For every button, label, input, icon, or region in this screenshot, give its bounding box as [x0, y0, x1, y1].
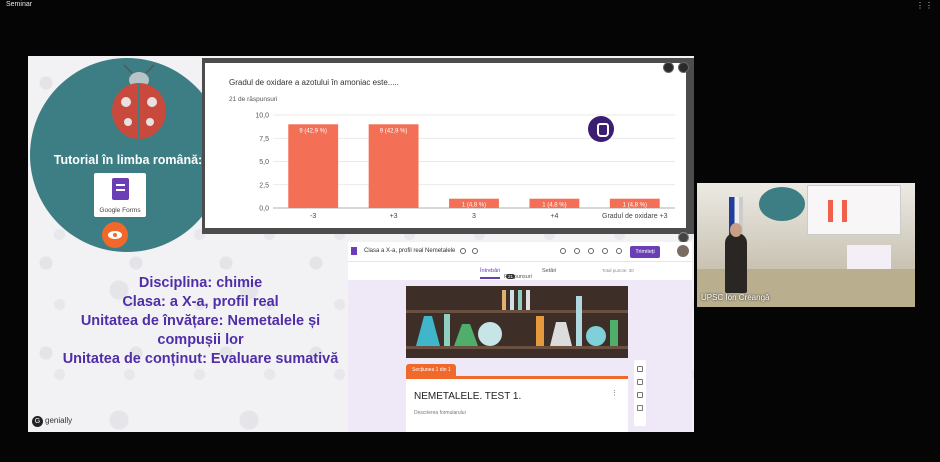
x-tick-label: +3 [390, 213, 398, 220]
genially-label: genially [45, 416, 73, 425]
forms-icon [351, 247, 357, 255]
google-forms-icon [111, 178, 129, 200]
class-line: Clasa: a X-a, profil real [122, 294, 279, 310]
discipline-line: Disciplina: chimie [138, 275, 263, 291]
palette-icon[interactable] [560, 248, 566, 254]
pin-icon[interactable] [663, 62, 674, 73]
raise-hand-icon[interactable] [588, 116, 614, 142]
add-title-icon[interactable] [637, 392, 643, 398]
x-tick-label: +4 [550, 213, 558, 220]
chart-panel: Gradul de oxidare a azotului în amoniac … [205, 63, 686, 228]
avatar[interactable] [677, 245, 689, 257]
data-label: 1 (4,8 %) [623, 203, 647, 209]
y-tick-label: 0,0 [259, 206, 269, 213]
y-tick-label: 2,5 [259, 182, 269, 189]
y-tick-label: 5,0 [259, 159, 269, 166]
form-toolbar: Clasa a X-a, profil real Nemetalele Trim… [348, 242, 692, 262]
shared-screen: Tutorial în limba română: Google Forms D… [28, 56, 694, 432]
more-options-icon[interactable]: ⋮⋮ [916, 1, 934, 10]
undo-icon[interactable] [602, 248, 608, 254]
star-icon[interactable] [472, 248, 478, 254]
test-title[interactable]: NEMETALELE. TEST 1. [414, 391, 521, 402]
title-bar: Seminar ⋮⋮ [0, 0, 940, 12]
form-title: Clasa a X-a, profil real Nemetalele [364, 248, 456, 254]
bar[interactable] [368, 124, 419, 208]
card-options-icon[interactable]: ⋮ [611, 389, 618, 397]
x-tick-label: Gradul de oxidare +3 [602, 213, 668, 220]
projected-slide-circle [759, 187, 805, 221]
learning-unit-line: Unitatea de învățare: Nemetalele și comp… [80, 313, 321, 348]
projected-chart [807, 185, 901, 235]
y-tick-label: 10,0 [255, 113, 269, 120]
form-title-card: NEMETALELE. TEST 1. Descrierea formularu… [406, 376, 628, 432]
slide-header-circle: Tutorial în limba română: Google Forms [30, 58, 224, 252]
tab-questions[interactable]: Întrebări [480, 268, 501, 279]
add-image-icon[interactable] [637, 405, 643, 411]
tutorial-title: Tutorial în limba română: [53, 153, 203, 167]
projected-form [847, 245, 891, 269]
eye-icon[interactable] [102, 222, 128, 248]
import-questions-icon[interactable] [637, 379, 643, 385]
google-form: Clasa a X-a, profil real Nemetalele Trim… [348, 242, 692, 432]
fullscreen-icon[interactable] [678, 62, 689, 73]
participant-video[interactable]: UPSC Ion Creangă [697, 183, 915, 307]
form-side-toolbar [634, 360, 646, 426]
folder-icon[interactable] [460, 248, 466, 254]
bar[interactable] [288, 124, 339, 208]
content-unit-line: Unitatea de conținut: Evaluare sumativă [62, 351, 339, 367]
link-icon[interactable] [588, 248, 594, 254]
data-label: 1 (4,8 %) [462, 203, 486, 209]
slide-text: Disciplina: chimie Clasa: a X-a, profil … [58, 274, 343, 369]
ladybug-illustration [112, 64, 166, 139]
genially-logo-icon: G [32, 416, 43, 427]
participant-name: UPSC Ion Creangă [701, 293, 770, 302]
redo-icon[interactable] [616, 248, 622, 254]
form-body: Secțiunea 1 din 1 NEMETALELE. TEST 1. De… [348, 280, 692, 432]
form-description-field[interactable]: Descrierea formularului [414, 410, 466, 416]
tab-settings[interactable]: Setări [542, 268, 556, 274]
chart-screen: Gradul de oxidare a azotului în amoniac … [202, 58, 694, 234]
preview-icon[interactable] [574, 248, 580, 254]
projected-bar [828, 200, 833, 222]
window-title: Seminar [6, 1, 33, 8]
google-forms-logo[interactable]: Google Forms [94, 173, 146, 217]
projected-bar [842, 200, 847, 222]
bar-chart: 0,0 2,5 5,0 7,5 10,0 9 (42,9 %) -3 9 (42,9 %) +3… [255, 113, 675, 220]
responses-badge: 21 [506, 274, 516, 279]
x-tick-label: -3 [310, 213, 316, 220]
lab-glassware-banner [406, 286, 628, 358]
data-label: 1 (4,8 %) [542, 203, 566, 209]
form-tabs: Întrebări Răspunsuri 21 Setări Total punc… [348, 262, 692, 280]
presenter-head [730, 223, 742, 237]
meeting-window: Seminar ⋮⋮ Tutorial în limba română: Goo… [0, 0, 940, 462]
add-question-icon[interactable] [637, 366, 643, 372]
y-tick-label: 7,5 [259, 136, 269, 143]
send-button[interactable]: Trimiteți [630, 246, 660, 258]
x-tick-label: 3 [472, 213, 476, 220]
data-label: 9 (42,9 %) [299, 128, 327, 134]
total-points: Total puncte: 30 [602, 268, 634, 273]
section-label: Secțiunea 1 din 1 [406, 364, 456, 376]
presenter [725, 233, 747, 293]
google-forms-label: Google Forms [99, 207, 141, 214]
data-label: 9 (42,9 %) [380, 128, 408, 134]
genially-brand: Ggenially [32, 416, 72, 427]
